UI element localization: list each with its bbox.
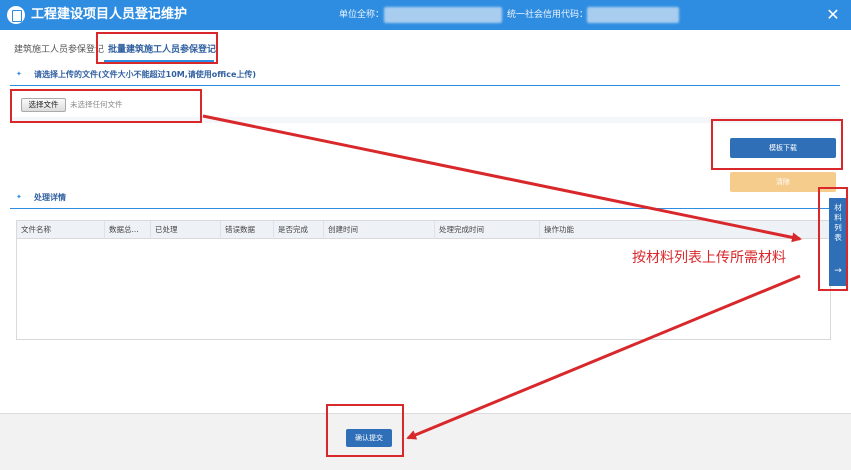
column-header[interactable]: 已处理: [151, 221, 221, 239]
column-header[interactable]: 错误数据: [221, 221, 274, 239]
close-icon[interactable]: ✕: [823, 5, 843, 25]
highlight-box: [96, 32, 218, 64]
details-table: 文件名称 数据总... 已处理 错误数据 是否完成 创建时间 处理完成时间 操作…: [16, 220, 831, 340]
tab-single-registration[interactable]: 建筑施工人员参保登记: [14, 44, 104, 56]
details-section-title: 处理详情: [34, 193, 66, 202]
app-logo-icon: [7, 6, 25, 24]
section-divider: [10, 208, 840, 209]
column-header[interactable]: 创建时间: [324, 221, 435, 239]
upload-section-title: 请选择上传的文件(文件大小不能超过10M,请使用office上传): [34, 70, 257, 79]
unit-name-value: [384, 7, 502, 23]
column-header[interactable]: 文件名称: [17, 221, 105, 239]
section-divider: [10, 85, 840, 86]
column-header[interactable]: 操作功能: [540, 221, 830, 239]
annotation-text: 按材料列表上传所需材料: [632, 250, 786, 266]
column-header[interactable]: 数据总...: [105, 221, 151, 239]
credit-code-value: [587, 7, 679, 23]
window-title: 工程建设项目人员登记维护: [31, 7, 188, 22]
title-bar: 工程建设项目人员登记维护 单位全称： 统一社会信用代码： ✕: [0, 0, 851, 30]
table-header: 文件名称 数据总... 已处理 错误数据 是否完成 创建时间 处理完成时间 操作…: [17, 221, 830, 239]
section-arrow-icon: ✦: [16, 193, 22, 201]
column-header[interactable]: 是否完成: [274, 221, 324, 239]
highlight-box: [818, 187, 848, 291]
credit-code-label: 统一社会信用代码：: [507, 10, 589, 20]
column-header[interactable]: 处理完成时间: [435, 221, 540, 239]
highlight-box: [711, 119, 843, 170]
section-arrow-icon: ✦: [16, 70, 22, 78]
unit-name-label: 单位全称：: [339, 10, 385, 20]
highlight-box: [326, 404, 404, 457]
footer-divider: [0, 413, 851, 414]
highlight-box: [10, 89, 202, 123]
